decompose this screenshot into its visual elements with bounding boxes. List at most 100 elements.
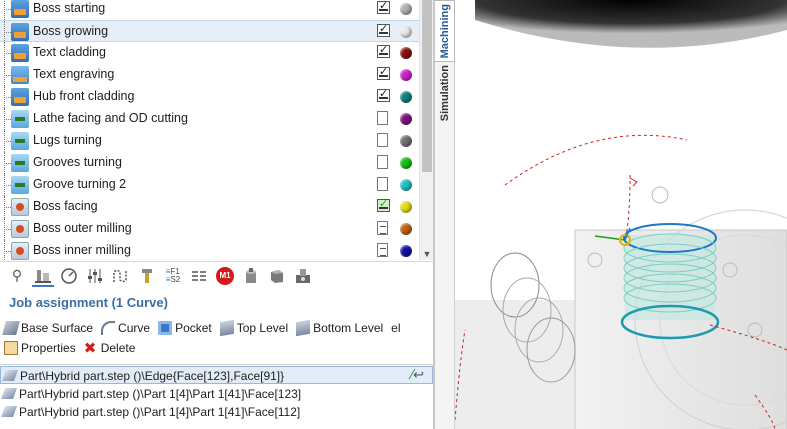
turn-icon [11, 176, 29, 194]
delete-button[interactable]: ✖ Delete [84, 341, 136, 356]
calculated-status-icon[interactable] [377, 87, 391, 104]
tree-connector [4, 240, 5, 260]
truncated-command[interactable]: el [391, 321, 400, 335]
delete-label: Delete [100, 341, 136, 355]
calculated-status-icon[interactable] [377, 65, 391, 82]
color-dot-icon[interactable] [400, 245, 412, 257]
operation-row[interactable]: Boss inner milling [0, 240, 419, 260]
tree-connector [4, 207, 11, 208]
operation-row[interactable]: Lathe facing and OD cutting [0, 108, 419, 130]
status-glyph [377, 197, 390, 212]
cube-icon[interactable] [266, 265, 288, 287]
f1-s2-icon[interactable]: ≡F1 ≡S2 [162, 265, 184, 287]
color-dot-icon[interactable] [400, 47, 412, 59]
properties-button[interactable]: Properties [4, 341, 76, 355]
color-dot-icon[interactable] [400, 179, 412, 191]
engrave-icon [11, 66, 29, 84]
status-glyph [377, 65, 390, 80]
status-glyph [377, 111, 388, 125]
geometry-row[interactable]: Part\Hybrid part.step ()\Edge{Face[123],… [0, 366, 433, 384]
path-icon[interactable] [110, 265, 132, 287]
calculated-status-icon[interactable] [377, 22, 391, 39]
dark-part-top [475, 0, 787, 48]
list-scrollbar[interactable]: ▼ [419, 0, 433, 260]
operation-label: Hub front cladding [33, 89, 135, 103]
3d-viewport[interactable] [455, 0, 787, 429]
gauge-icon[interactable] [58, 265, 80, 287]
mill-icon [11, 23, 29, 41]
geometry-row[interactable]: Part\Hybrid part.step ()\Part 1[4]\Part … [0, 403, 433, 421]
edge-icon [1, 370, 19, 381]
tree-connector [4, 229, 11, 230]
part-icon[interactable] [32, 265, 54, 287]
operation-row[interactable]: Boss outer milling [0, 218, 419, 240]
color-dot-icon[interactable] [400, 223, 412, 235]
curve-icon [101, 321, 116, 335]
calculated-status-icon[interactable] [377, 43, 391, 60]
operation-row[interactable]: Hub front cladding [0, 86, 419, 108]
not-calculated-status-icon[interactable] [377, 133, 391, 148]
sliders-icon[interactable] [84, 265, 106, 287]
mill-icon [11, 88, 29, 106]
pocket-button[interactable]: Pocket [158, 321, 212, 335]
color-dot-icon[interactable] [400, 135, 412, 147]
top-level-label: Top Level [236, 321, 289, 335]
base-surface-icon [2, 321, 20, 335]
rows-icon[interactable] [188, 265, 210, 287]
cylinder-icon[interactable] [240, 265, 262, 287]
color-dot-icon[interactable] [400, 3, 412, 15]
mill-icon [11, 0, 29, 18]
edit-commands: Properties ✖ Delete [4, 339, 135, 357]
not-calculated-status-icon[interactable] [377, 177, 391, 192]
color-dot-icon[interactable] [400, 157, 412, 169]
face-icon [0, 388, 18, 399]
scrollbar-thumb[interactable] [422, 0, 432, 172]
scroll-down-arrow-icon[interactable]: ▼ [422, 250, 432, 259]
face-icon [11, 220, 29, 238]
tab-simulation[interactable]: Simulation [435, 64, 455, 122]
document-status-icon[interactable] [377, 221, 391, 236]
not-calculated-status-icon[interactable] [377, 111, 391, 126]
curve-button[interactable]: Curve [101, 321, 150, 335]
face-icon [11, 242, 29, 260]
operation-row[interactable]: Boss facing [0, 196, 419, 218]
bottom-level-button[interactable]: Bottom Level [296, 319, 383, 337]
operation-row[interactable]: Lugs turning [0, 130, 419, 152]
turn-icon [11, 132, 29, 150]
machine-icon[interactable] [292, 265, 314, 287]
document-status-icon[interactable] [377, 243, 391, 258]
operation-row[interactable]: Boss starting [0, 0, 419, 20]
calculated-ok-status-icon[interactable] [377, 197, 391, 214]
calculated-status-icon[interactable] [377, 0, 391, 16]
operation-row[interactable]: Groove turning 2 [0, 174, 419, 196]
color-dot-icon[interactable] [400, 91, 412, 103]
tree-connector [4, 119, 11, 120]
operation-row[interactable]: Grooves turning [0, 152, 419, 174]
color-dot-icon[interactable] [400, 201, 412, 213]
operation-row[interactable]: Boss growing [0, 20, 419, 43]
color-dot-icon[interactable] [400, 113, 412, 125]
tree-connector [4, 75, 11, 76]
status-glyph [377, 243, 388, 257]
base-surface-button[interactable]: Base Surface [2, 321, 93, 335]
properties-label: Properties [21, 341, 76, 355]
color-dot-icon[interactable] [400, 69, 412, 81]
geometry-row[interactable]: Part\Hybrid part.step ()\Part 1[4]\Part … [0, 385, 433, 403]
probe-icon[interactable]: ⚲ [6, 265, 28, 287]
operation-row[interactable]: Text cladding [0, 42, 419, 64]
curve-label: Curve [118, 321, 151, 335]
tool-icon[interactable] [136, 265, 158, 287]
tab-machining-label: Machining [438, 3, 451, 59]
color-dot-icon[interactable] [400, 26, 412, 38]
tab-simulation-label: Simulation [439, 64, 451, 122]
tab-machining[interactable]: Machining [435, 0, 455, 62]
operation-label: Lugs turning [33, 133, 102, 147]
undo-arrow-icon[interactable]: ⁄↩ [411, 368, 424, 383]
top-level-button[interactable]: Top Level [219, 319, 289, 337]
operation-label: Boss inner milling [33, 243, 131, 257]
status-glyph [377, 43, 390, 58]
m1-icon[interactable]: M1 [214, 265, 236, 287]
operation-row[interactable]: Text engraving [0, 64, 419, 86]
not-calculated-status-icon[interactable] [377, 155, 391, 170]
geometry-path: Part\Hybrid part.step ()\Part 1[4]\Part … [19, 387, 302, 401]
